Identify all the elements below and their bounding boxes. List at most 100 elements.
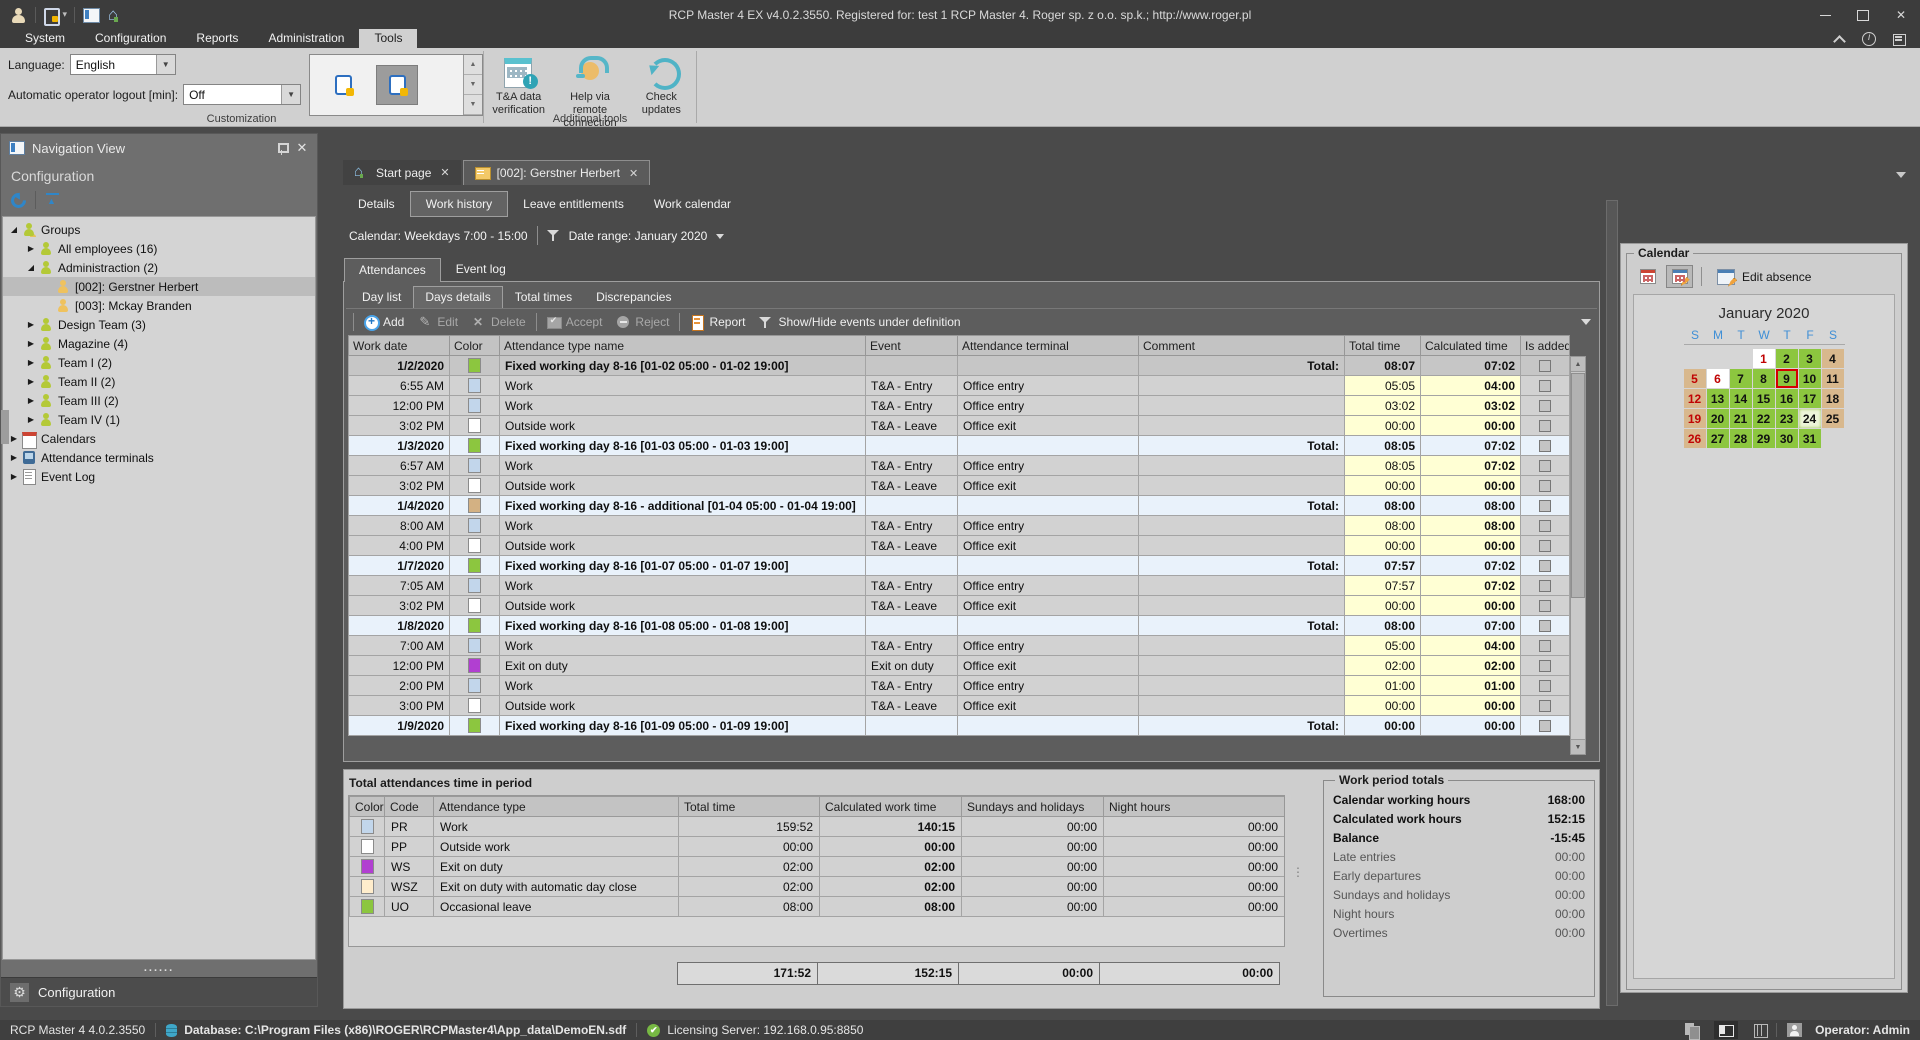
summary-row[interactable]: PRWork159:52140:1500:0000:00 [350, 817, 1285, 837]
calendar-day-15[interactable]: 15 [1753, 389, 1775, 408]
pages-icon[interactable] [1683, 1023, 1700, 1038]
total-time-cell[interactable]: 08:00 [1345, 516, 1421, 536]
calculated-time-cell[interactable]: 04:00 [1421, 636, 1521, 656]
navigation-view-icon[interactable] [82, 6, 100, 24]
comment-cell[interactable] [1139, 596, 1345, 616]
event-cell[interactable] [866, 616, 958, 636]
event-cell[interactable]: T&A - Entry [866, 516, 958, 536]
calculated-time-cell[interactable]: 07:02 [1421, 456, 1521, 476]
splitter-gripper[interactable]: ⋮ [1292, 865, 1304, 879]
is-added-cell[interactable] [1521, 516, 1570, 536]
terminal-cell[interactable] [958, 436, 1139, 456]
attendance-type-cell[interactable]: Work [500, 636, 866, 656]
color-cell[interactable] [450, 376, 500, 396]
day-row[interactable]: 1/9/2020Fixed working day 8-16 [01-09 05… [349, 716, 1570, 736]
event-row[interactable]: 6:55 AMWorkT&A - EntryOffice entry05:050… [349, 376, 1570, 396]
navigation-footer[interactable]: Configuration [1, 977, 317, 1006]
expander-icon[interactable]: ▶ [24, 339, 38, 348]
event-cell[interactable] [866, 716, 958, 736]
comment-cell[interactable] [1139, 516, 1345, 536]
summary-row[interactable]: UOOccasional leave08:0008:0000:0000:00 [350, 897, 1285, 917]
color-cell[interactable] [450, 456, 500, 476]
tab-discrepancies[interactable]: Discrepancies [584, 286, 683, 308]
terminal-cell[interactable] [958, 716, 1139, 736]
panel-scrollbar-thumb[interactable] [1, 410, 9, 444]
minimize-button[interactable] [1806, 1, 1844, 29]
color-cell[interactable] [450, 536, 500, 556]
color-cell[interactable] [450, 356, 500, 376]
work-date-cell[interactable]: 1/3/2020 [349, 436, 450, 456]
event-cell[interactable] [866, 496, 958, 516]
panel-scrollbar[interactable] [1606, 200, 1618, 1006]
calendar-day-17[interactable]: 17 [1799, 389, 1821, 408]
columns-icon[interactable] [1752, 1023, 1769, 1038]
is-added-cell[interactable] [1521, 556, 1570, 576]
calculated-time-cell[interactable]: 07:02 [1421, 576, 1521, 596]
work-date-cell[interactable]: 1/9/2020 [349, 716, 450, 736]
work-date-cell[interactable]: 1/4/2020 [349, 496, 450, 516]
is-added-checkbox[interactable] [1539, 440, 1551, 452]
tab-day-list[interactable]: Day list [350, 286, 413, 308]
color-cell[interactable] [450, 676, 500, 696]
event-row[interactable]: 3:02 PMOutside workT&A - LeaveOffice exi… [349, 416, 1570, 436]
tree-item-event-log[interactable]: ▶Event Log [3, 467, 315, 486]
is-added-checkbox[interactable] [1539, 560, 1551, 572]
comment-cell[interactable] [1139, 476, 1345, 496]
work-date-cell[interactable]: 12:00 PM [349, 396, 450, 416]
attendance-type-cell[interactable]: Work [500, 376, 866, 396]
attendance-type-cell[interactable]: Fixed working day 8-16 - additional [01-… [500, 496, 866, 516]
attendance-type-cell[interactable]: Work [500, 516, 866, 536]
total-time-cell[interactable]: 00:00 [1345, 536, 1421, 556]
menu-tab-system[interactable]: System [10, 29, 80, 48]
calendar-day-28[interactable]: 28 [1730, 429, 1752, 448]
is-added-cell[interactable] [1521, 436, 1570, 456]
calendar-day-31[interactable]: 31 [1799, 429, 1821, 448]
toolbar-dropdown-icon[interactable] [1581, 317, 1593, 327]
comment-cell[interactable]: Total: [1139, 716, 1345, 736]
expander-icon[interactable]: ◢ [7, 225, 21, 234]
expander-icon[interactable]: ▶ [24, 244, 38, 253]
tree-item-attendance-terminals[interactable]: ▶Attendance terminals [3, 448, 315, 467]
style-option-1[interactable] [322, 65, 364, 105]
event-cell[interactable]: T&A - Entry [866, 636, 958, 656]
work-date-cell[interactable]: 6:57 AM [349, 456, 450, 476]
terminal-cell[interactable]: Office exit [958, 696, 1139, 716]
style-option-2-selected[interactable] [376, 65, 418, 105]
calendar-view-button[interactable] [1634, 265, 1661, 288]
event-cell[interactable]: T&A - Entry [866, 376, 958, 396]
home-icon[interactable] [107, 6, 125, 24]
terminal-cell[interactable]: Office entry [958, 636, 1139, 656]
is-added-checkbox[interactable] [1539, 520, 1551, 532]
comment-cell[interactable]: Total: [1139, 436, 1345, 456]
is-added-checkbox[interactable] [1539, 360, 1551, 372]
is-added-cell[interactable] [1521, 656, 1570, 676]
calendar-day-2[interactable]: 2 [1776, 349, 1798, 368]
calendar-day-18[interactable]: 18 [1822, 389, 1844, 408]
terminal-cell[interactable] [958, 356, 1139, 376]
calculated-time-cell[interactable]: 02:00 [1421, 656, 1521, 676]
total-time-cell[interactable]: 00:00 [1345, 696, 1421, 716]
calendar-day-16[interactable]: 16 [1776, 389, 1798, 408]
event-row[interactable]: 3:00 PMOutside workT&A - LeaveOffice exi… [349, 696, 1570, 716]
work-date-cell[interactable]: 1/7/2020 [349, 556, 450, 576]
is-added-cell[interactable] [1521, 576, 1570, 596]
comment-cell[interactable] [1139, 676, 1345, 696]
report-button[interactable]: Report [683, 313, 752, 331]
is-added-cell[interactable] [1521, 496, 1570, 516]
expander-icon[interactable]: ▶ [24, 358, 38, 367]
total-time-cell[interactable]: 00:00 [1345, 476, 1421, 496]
calendar-day-5[interactable]: 5 [1684, 369, 1706, 388]
calendar-day-1[interactable]: 1 [1753, 349, 1775, 368]
calendar-day-29[interactable]: 29 [1753, 429, 1775, 448]
document-tab-start-page[interactable]: Start page [343, 160, 461, 185]
comment-cell[interactable] [1139, 376, 1345, 396]
menu-tab-tools[interactable]: Tools [359, 29, 417, 48]
event-row[interactable]: 3:02 PMOutside workT&A - LeaveOffice exi… [349, 476, 1570, 496]
summary-header-code[interactable]: Code [385, 797, 434, 817]
work-date-cell[interactable]: 12:00 PM [349, 656, 450, 676]
calculated-time-cell[interactable]: 00:00 [1421, 696, 1521, 716]
scroll-up-icon[interactable]: ▲ [464, 55, 482, 75]
collapse-ribbon-icon[interactable] [1832, 32, 1846, 46]
attendance-type-cell[interactable]: Outside work [500, 476, 866, 496]
event-row[interactable]: 7:05 AMWorkT&A - EntryOffice entry07:570… [349, 576, 1570, 596]
